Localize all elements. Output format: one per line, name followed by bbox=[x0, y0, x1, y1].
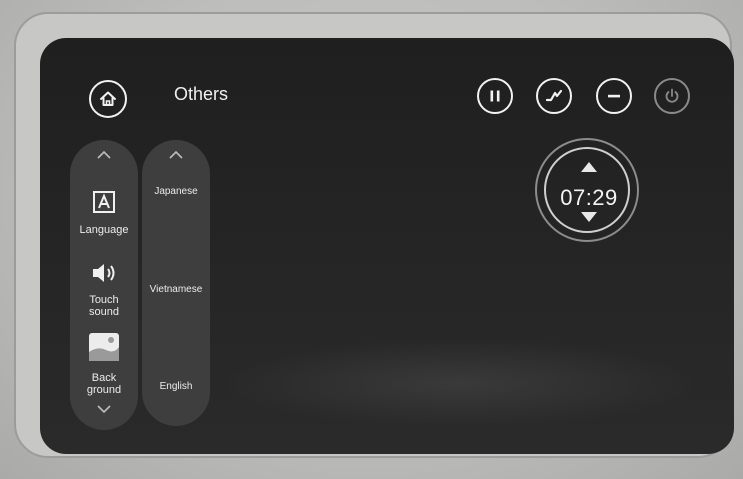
menu-item-label: Touch sound bbox=[89, 294, 119, 318]
settings-menu[interactable]: Language Touch sound Back ground bbox=[70, 140, 138, 430]
pause-button[interactable] bbox=[477, 78, 513, 114]
language-icon bbox=[93, 191, 115, 213]
power-icon bbox=[665, 88, 679, 103]
activity-icon bbox=[545, 89, 563, 102]
home-button[interactable] bbox=[89, 80, 127, 118]
language-option-english[interactable]: English bbox=[142, 381, 210, 393]
timer-value: 07:29 bbox=[560, 185, 618, 210]
chevron-up-icon[interactable] bbox=[96, 150, 112, 160]
background-image-icon bbox=[89, 333, 119, 361]
timer-decrease-button[interactable] bbox=[581, 212, 597, 222]
minus-icon bbox=[608, 94, 620, 98]
device-frame: Others Language Touch sound Back ground … bbox=[14, 12, 734, 458]
timer-inner-ring: 07:29 bbox=[544, 147, 630, 233]
timer-increase-button[interactable] bbox=[581, 162, 597, 172]
pause-icon bbox=[490, 90, 500, 102]
activity-button[interactable] bbox=[536, 78, 572, 114]
power-button[interactable] bbox=[654, 78, 690, 114]
language-option-japanese[interactable]: Japanese bbox=[142, 186, 210, 198]
chevron-down-icon[interactable] bbox=[96, 404, 112, 414]
chevron-up-icon[interactable] bbox=[168, 150, 184, 160]
screen: Others Language Touch sound Back ground … bbox=[40, 38, 734, 454]
language-list[interactable]: Japanese Vietnamese English bbox=[142, 140, 210, 426]
speaker-icon bbox=[93, 264, 115, 282]
home-icon bbox=[100, 91, 116, 106]
menu-item-label: Back ground bbox=[86, 372, 122, 396]
minus-button[interactable] bbox=[596, 78, 632, 114]
language-option-vietnamese[interactable]: Vietnamese bbox=[142, 284, 210, 296]
page-title: Others bbox=[174, 84, 229, 104]
menu-item-label: Language bbox=[79, 224, 129, 236]
timer-dial: 07:29 bbox=[535, 138, 639, 242]
